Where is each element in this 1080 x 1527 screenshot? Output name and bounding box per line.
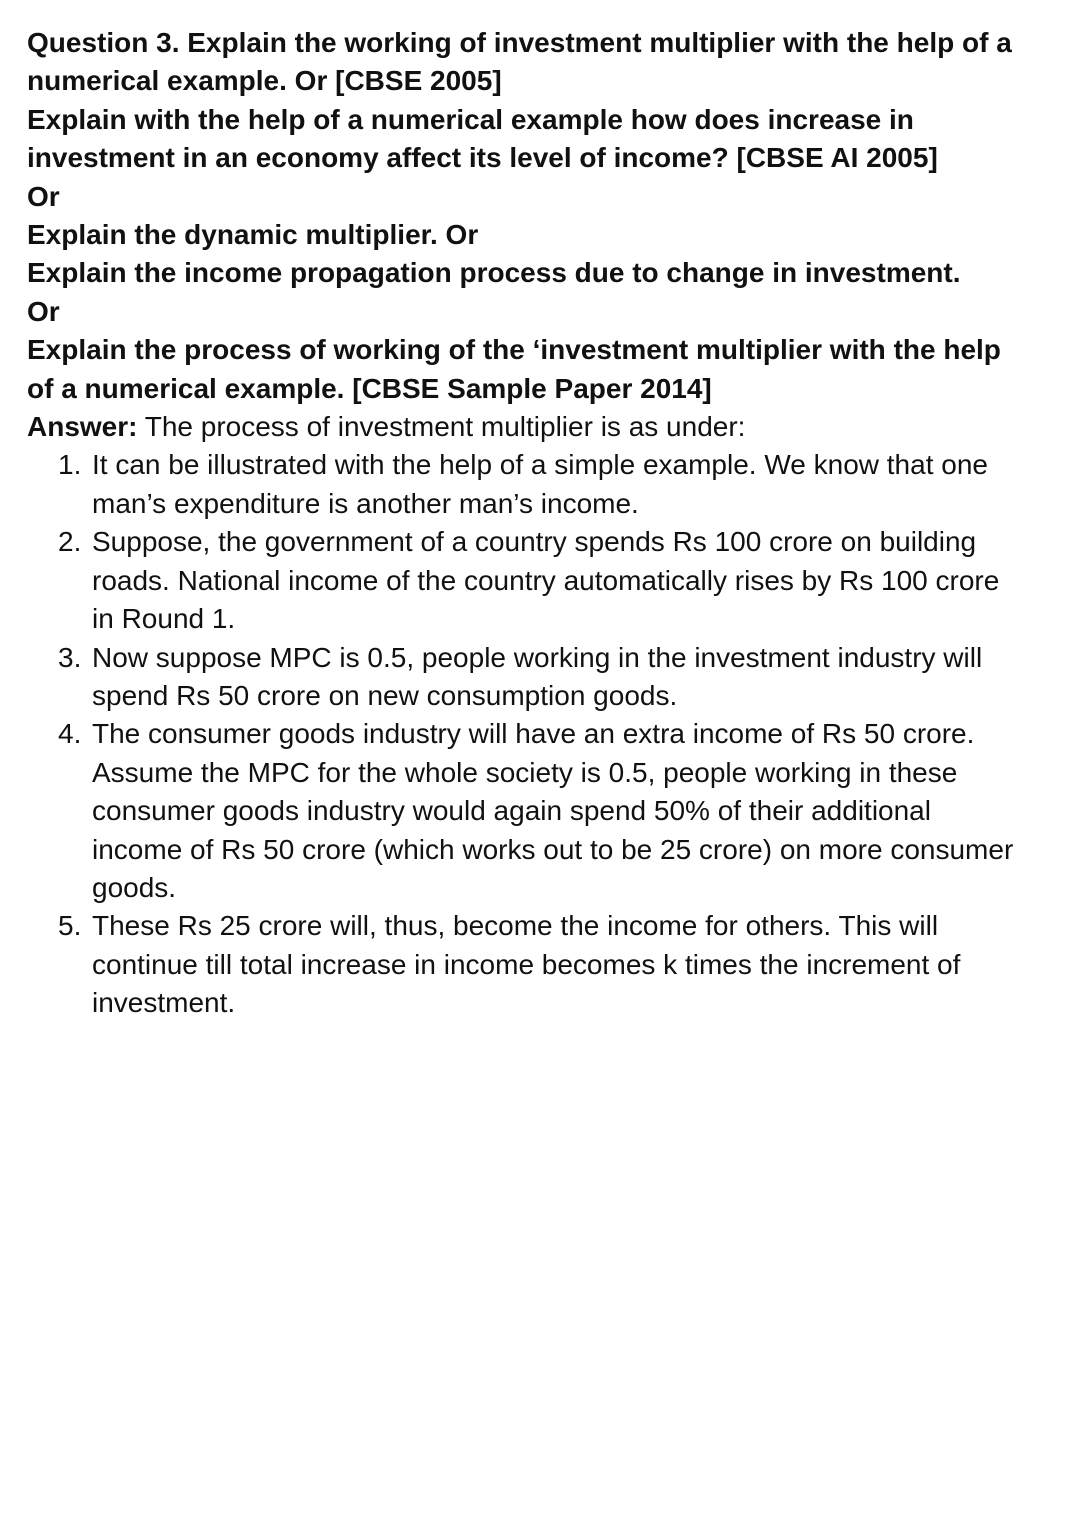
list-item: 3. Now suppose MPC is 0.5, people workin… [27,639,1057,716]
list-item-line: in Round 1. [92,603,236,635]
question-line: Explain with the help of a numerical exa… [27,103,914,135]
list-item-number: 5. [58,910,82,942]
question-line: Or [27,295,60,327]
list-item-line: The consumer goods industry will have an… [92,718,975,750]
list-item-line: man’s expenditure is another man’s incom… [92,487,639,519]
answer-points-list: 1. It can be illustrated with the help o… [27,446,1057,1022]
answer-label: Answer: [27,411,138,443]
question-line: Explain the income propagation process d… [27,257,961,289]
question-line: numerical example. Or [CBSE 2005] [27,65,502,97]
answer-intro-text: The process of investment multiplier is … [137,411,746,443]
list-item-line: income of Rs 50 crore (which works out t… [92,833,1014,865]
list-item-line: Suppose, the government of a country spe… [92,526,977,558]
list-item-number: 3. [58,641,82,673]
list-item-line: Now suppose MPC is 0.5, people working i… [92,641,983,673]
document-page: Question 3. Explain the working of inves… [27,24,1057,1023]
list-item-number: 1. [58,449,82,481]
list-item-line: spend Rs 50 crore on new consumption goo… [92,679,678,711]
question-line: Explain the dynamic multiplier. Or [27,219,479,251]
list-item-line: investment. [92,987,236,1019]
list-item-line: Assume the MPC for the whole society is … [92,756,958,788]
list-item: 5. These Rs 25 crore will, thus, become … [27,907,1057,1022]
list-item-line: continue till total increase in income b… [92,948,961,980]
question-line: investment in an economy affect its leve… [27,142,938,174]
list-item: 2. Suppose, the government of a country … [27,523,1057,638]
list-item-number: 2. [58,526,82,558]
list-item-line: goods. [92,871,177,903]
list-item: 1. It can be illustrated with the help o… [27,446,1057,523]
answer-intro: Answer: The process of investment multip… [27,408,1057,446]
question-line: Question 3. Explain the working of inves… [27,27,1012,58]
list-item-line: roads. National income of the country au… [92,564,1000,596]
list-item-line: It can be illustrated with the help of a… [92,449,988,481]
question-line: Explain the process of working of the ‘i… [27,334,1001,366]
list-item: 4. The consumer goods industry will have… [27,715,1057,907]
question-line: of a numerical example. [CBSE Sample Pap… [27,372,712,404]
list-item-line: consumer goods industry would again spen… [92,795,931,827]
question-block: Question 3. Explain the working of inves… [27,24,1057,408]
question-line: Or [27,180,60,212]
list-item-number: 4. [58,718,82,750]
list-item-line: These Rs 25 crore will, thus, become the… [92,910,939,942]
